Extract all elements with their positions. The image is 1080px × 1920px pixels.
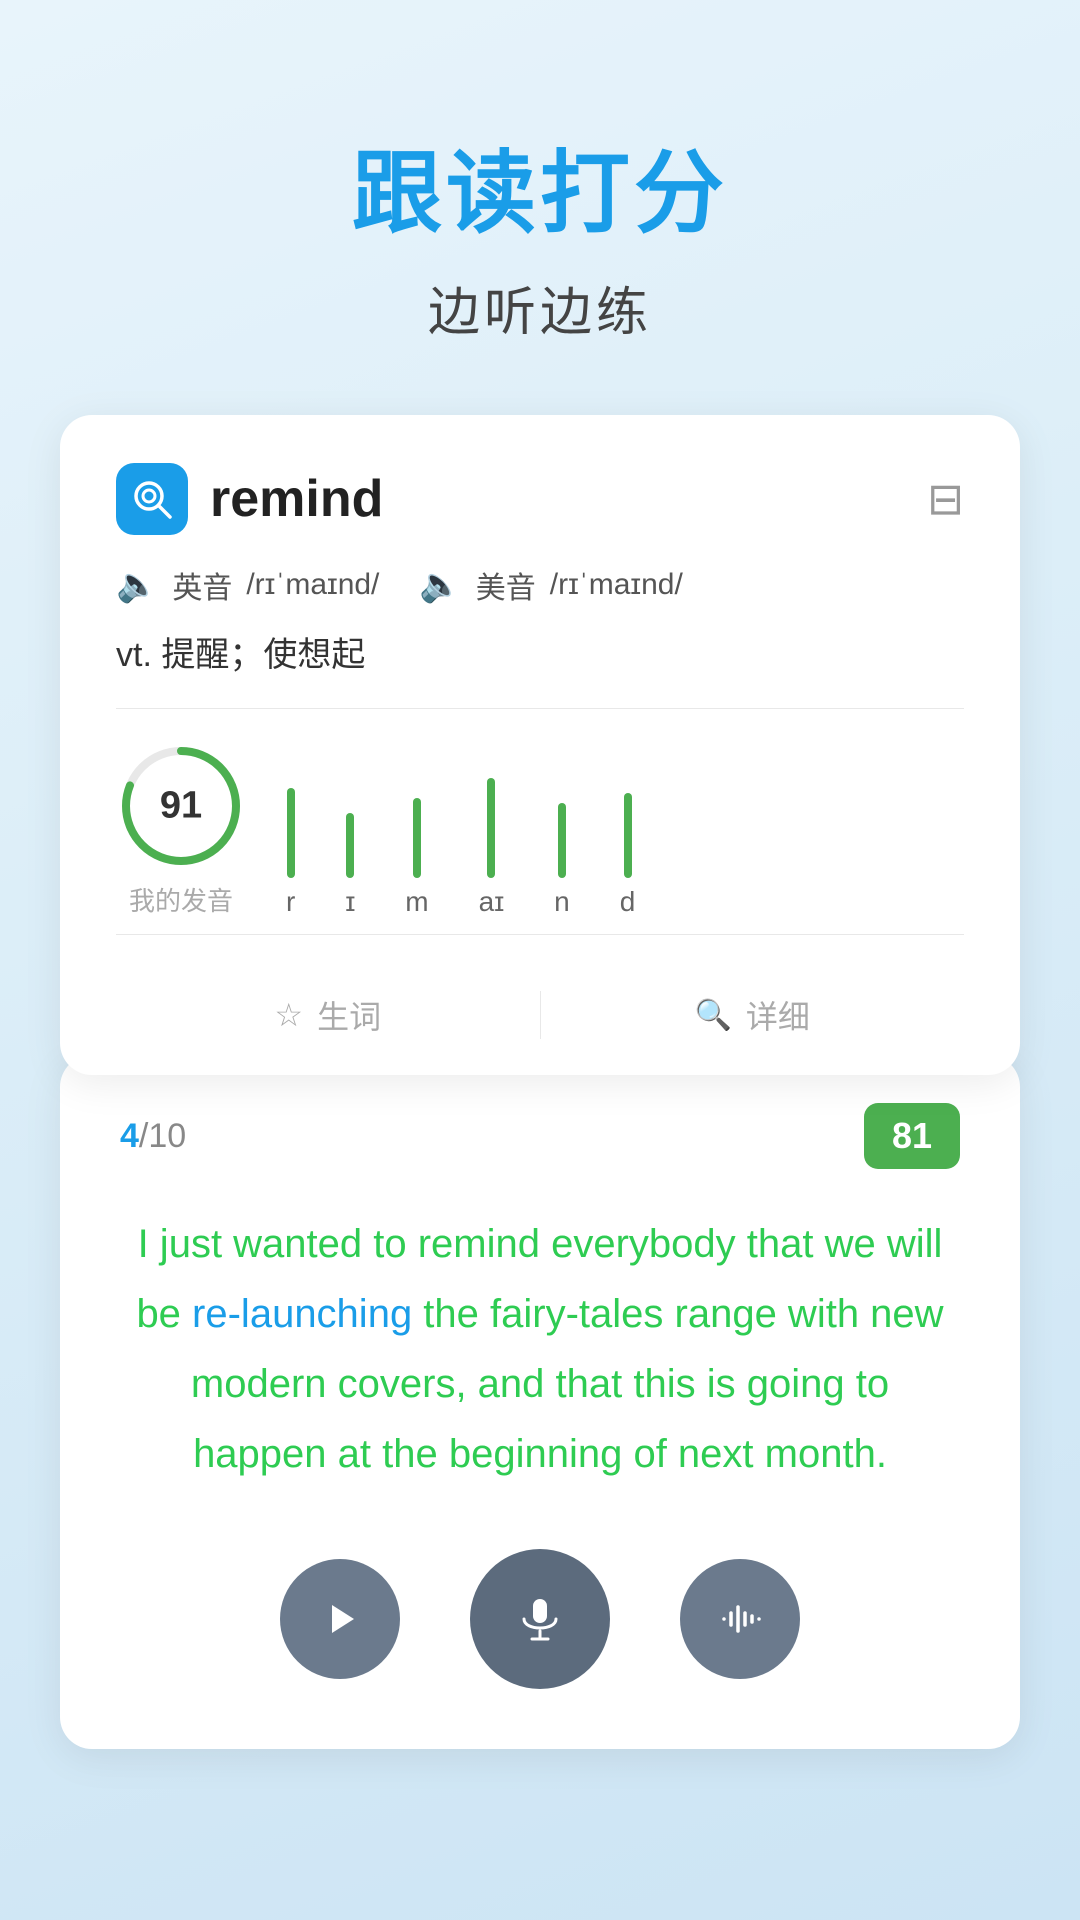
phoneme-bar-m: [413, 798, 421, 878]
detail-button[interactable]: 🔍 详细: [541, 992, 965, 1038]
app-icon: [116, 463, 188, 535]
reading-text: I just wanted to remind everybody that w…: [120, 1209, 960, 1489]
word-card-header: remind ⊟: [116, 463, 964, 535]
doc-icon[interactable]: ⊟: [927, 474, 964, 525]
word-icon-title: remind: [116, 463, 383, 535]
phonetic-en-group[interactable]: 🔈 英音 /rɪˈmaɪnd/: [116, 563, 379, 607]
page-title: 跟读打分: [352, 120, 728, 250]
progress-separator: /: [139, 1117, 148, 1155]
phonetic-en-label: 英音: [172, 563, 232, 607]
phoneme-d: d: [620, 793, 636, 918]
speaker-en-icon[interactable]: 🔈: [116, 565, 158, 605]
reading-header: 4/10 81: [120, 1103, 960, 1169]
phoneme-label-n: n: [554, 886, 570, 918]
word-title: remind: [210, 469, 383, 529]
phonetic-en: /rɪˈmaɪnd/: [246, 568, 379, 602]
phoneme-label-i: ɪ: [345, 886, 355, 918]
highlight-relaunching: re-launching: [192, 1292, 412, 1336]
phoneme-bar-r: [287, 788, 295, 878]
detail-label: 详细: [746, 992, 810, 1038]
progress-indicator: 4/10: [120, 1117, 186, 1156]
page-subtitle: 边听边练: [428, 270, 652, 345]
phoneme-label-d: d: [620, 886, 636, 918]
speaker-us-icon[interactable]: 🔈: [419, 565, 461, 605]
phoneme-bar-d: [624, 793, 632, 878]
phoneme-bar-ai: [487, 778, 495, 878]
score-section: 91 我的发音 r ɪ m aɪ: [116, 741, 964, 918]
vocab-label: 生词: [317, 992, 381, 1038]
reading-card: 4/10 81 I just wanted to remind everybod…: [60, 1055, 1020, 1749]
score-circle-wrap: 91 我的发音: [116, 741, 246, 918]
phoneme-n: n: [554, 803, 570, 918]
phoneme-label-r: r: [286, 886, 295, 918]
phoneme-label-m: m: [405, 886, 428, 918]
phonetic-us-label: 美音: [476, 563, 536, 607]
divider-bottom: [116, 934, 964, 935]
progress-current: 4: [120, 1117, 139, 1155]
search-icon: 🔍: [695, 998, 732, 1033]
reading-score-badge: 81: [864, 1103, 960, 1169]
word-definition: vt. 提醒；使想起: [116, 627, 964, 676]
star-icon: ☆: [274, 996, 303, 1034]
phoneme-bar-i: [346, 813, 354, 878]
score-number: 91: [160, 785, 202, 828]
progress-total: 10: [148, 1117, 186, 1155]
phoneme-label-ai: aɪ: [479, 886, 505, 918]
phoneme-i: ɪ: [345, 813, 355, 918]
phonetic-us: /rɪˈmaɪnd/: [550, 568, 683, 602]
divider-top: [116, 708, 964, 709]
card-footer: ☆ 生词 🔍 详细: [116, 967, 964, 1039]
play-button[interactable]: [280, 1559, 400, 1679]
playback-controls: [120, 1549, 960, 1689]
phonetics-row: 🔈 英音 /rɪˈmaɪnd/ 🔈 美音 /rɪˈmaɪnd/: [116, 563, 964, 607]
phonetic-us-group[interactable]: 🔈 美音 /rɪˈmaɪnd/: [419, 563, 682, 607]
score-label: 我的发音: [129, 881, 233, 918]
vocab-button[interactable]: ☆ 生词: [116, 992, 540, 1038]
microphone-button[interactable]: [470, 1549, 610, 1689]
word-card: remind ⊟ 🔈 英音 /rɪˈmaɪnd/ 🔈 美音 /rɪˈmaɪnd/…: [60, 415, 1020, 1075]
phoneme-bar-n: [558, 803, 566, 878]
phoneme-bars: r ɪ m aɪ n: [286, 778, 964, 918]
score-circle: 91: [116, 741, 246, 871]
waveform-button[interactable]: [680, 1559, 800, 1679]
phoneme-r: r: [286, 788, 295, 918]
phoneme-m: m: [405, 798, 428, 918]
phoneme-ai: aɪ: [479, 778, 505, 918]
